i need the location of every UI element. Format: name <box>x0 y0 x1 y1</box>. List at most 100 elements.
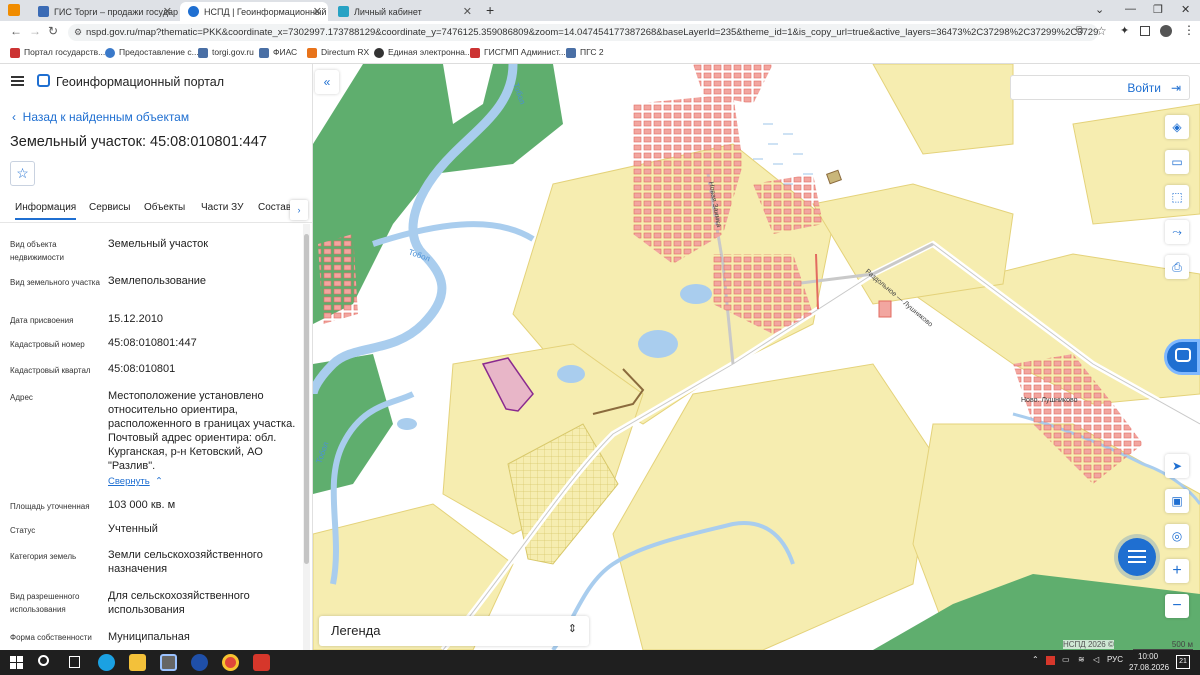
share-map-button[interactable]: ⤳ <box>1165 220 1189 244</box>
bookmark-item[interactable]: ПГС 2 <box>566 47 604 58</box>
browser-menu-icon[interactable] <box>8 4 20 16</box>
extensions-icon[interactable]: ✦ <box>1120 24 1129 37</box>
bookmark-star-icon[interactable]: ☆ <box>1096 24 1107 38</box>
minimap-button[interactable]: ▣ <box>1165 489 1189 513</box>
field-label: Вид объекта недвижимости <box>10 240 64 262</box>
tab-label: Личный кабинет <box>354 6 422 17</box>
tray-app-icon[interactable] <box>1046 656 1055 665</box>
bookmark-item[interactable]: torgi.gov.ru <box>198 47 254 58</box>
nspd-favicon-icon <box>188 6 199 17</box>
site-info-icon[interactable]: ⚙ <box>74 24 82 41</box>
notifications-icon[interactable]: 21 <box>1176 655 1190 669</box>
field-value: 45:08:010801 <box>108 363 176 375</box>
collapse-link[interactable]: Свернуть ⌃ <box>108 476 163 487</box>
select-area-button[interactable]: ⬚ <box>1165 185 1189 209</box>
back-to-results-link[interactable]: ‹ Назад к найденным объектам <box>12 110 189 124</box>
network-icon[interactable]: ▭ <box>1062 655 1070 664</box>
close-tab-icon[interactable]: ✕ <box>313 5 322 18</box>
tab-objects[interactable]: Объекты <box>144 202 185 213</box>
hamburger-menu-icon[interactable] <box>11 76 24 86</box>
eis-bookmark-icon <box>374 48 384 58</box>
bookmark-item[interactable]: Единая электронна... <box>374 47 472 58</box>
browser-tab[interactable]: ГИС Торги – продажи государс ✕ <box>30 2 178 21</box>
chat-lines-icon <box>1128 550 1146 563</box>
search-icon[interactable] <box>38 655 49 666</box>
tray-arrow-icon[interactable]: ⌃ <box>1032 655 1039 664</box>
map-canvas[interactable]: Тобол Тобол Тобол Новая Заимка Раздольно… <box>313 64 1200 650</box>
collapse-panel-button[interactable]: « <box>315 70 339 94</box>
cabinet-favicon-icon <box>338 6 349 17</box>
sidebar-toggle-icon[interactable] <box>1140 26 1150 36</box>
close-window-icon[interactable]: ✕ <box>1181 3 1190 16</box>
pdf-app-icon[interactable] <box>253 654 270 671</box>
chrome-app-icon[interactable] <box>222 654 239 671</box>
zoom-out-button[interactable]: − <box>1165 594 1189 618</box>
field-label: Категория земель <box>10 552 77 561</box>
field-value: Для сельскохозяйственного использования <box>108 590 250 616</box>
portal-title: Геоинформационный портал <box>56 75 225 89</box>
explorer-app-icon[interactable] <box>129 654 146 671</box>
tab-parts[interactable]: Части ЗУ <box>201 202 243 213</box>
favorite-star-button[interactable]: ☆ <box>10 161 35 186</box>
maximize-icon[interactable]: ❐ <box>1153 3 1163 16</box>
legend-toggle[interactable]: Легенда ⇕ <box>319 616 589 646</box>
field-label: Вид разрешенного использования <box>10 592 80 614</box>
bookmark-item[interactable]: Directum RX <box>307 47 369 58</box>
address-bar-row: ← → ↻ ⚙ nspd.gov.ru/map?thematic=PKK&coo… <box>0 21 1200 43</box>
scrollbar-thumb[interactable] <box>304 234 309 564</box>
task-view-icon[interactable] <box>69 656 80 668</box>
clock-date[interactable]: 27.08.2026 <box>1129 663 1169 672</box>
feedback-tab-button[interactable] <box>1164 339 1200 375</box>
field-label: Вид земельного участка <box>10 278 100 287</box>
field-label: Кадастровый квартал <box>10 366 91 375</box>
yandex-app-icon[interactable] <box>191 654 208 671</box>
layers-icon: ◈ <box>1172 120 1182 134</box>
minimap-icon: ▣ <box>1171 494 1183 508</box>
measure-button[interactable]: ▭ <box>1165 150 1189 174</box>
forward-arrow-icon[interactable]: → <box>29 24 41 38</box>
field-value: Земли сельскохозяйственного назначения <box>108 549 263 575</box>
close-tab-icon[interactable]: ✕ <box>463 5 472 18</box>
layers-button[interactable]: ◈ <box>1165 115 1189 139</box>
tab-services[interactable]: Сервисы <box>89 202 130 213</box>
volume-icon[interactable]: ◁ <box>1093 655 1099 664</box>
reload-icon[interactable]: ↻ <box>48 24 58 38</box>
chat-assistant-button[interactable] <box>1118 538 1156 576</box>
bookmark-item[interactable]: ФИАС <box>259 47 297 58</box>
nspd-app-icon[interactable] <box>160 654 177 671</box>
portal-logo-icon <box>37 74 50 87</box>
panel-scrollbar[interactable] <box>303 224 310 650</box>
windows-start-icon[interactable] <box>10 656 23 669</box>
tab-composition[interactable]: Состав <box>258 202 291 213</box>
pond <box>397 418 417 430</box>
scale-bar: 500 м <box>1133 640 1193 650</box>
new-tab-icon[interactable]: + <box>486 2 494 18</box>
login-button[interactable]: Войти ⇥ <box>1010 75 1190 100</box>
tabs-scroll-right-icon[interactable]: › <box>290 200 308 220</box>
url-field[interactable]: ⚙ nspd.gov.ru/map?thematic=PKK&coordinat… <box>68 24 1098 41</box>
browser-more-icon[interactable]: ⋮ <box>1183 23 1195 37</box>
locate-button[interactable]: ➤ <box>1165 454 1189 478</box>
back-arrow-icon[interactable]: ← <box>10 24 22 38</box>
browser-tab[interactable]: Личный кабинет ✕ <box>330 2 478 21</box>
share-icon[interactable]: ⧉ <box>1076 25 1083 36</box>
share-icon: ⤳ <box>1172 225 1182 239</box>
url-text: nspd.gov.ru/map?thematic=PKK&coordinate_… <box>86 27 1098 38</box>
bookmark-item[interactable]: Портал государств... <box>10 47 105 58</box>
bookmark-item[interactable]: Предоставление с... <box>105 47 199 58</box>
notification-count: 21 <box>1179 658 1187 665</box>
search-location-button[interactable]: ◎ <box>1165 524 1189 548</box>
language-indicator[interactable]: РУС <box>1107 655 1123 664</box>
bookmark-item[interactable]: ГИСГМП Админист... <box>470 47 566 58</box>
print-button[interactable]: ⎙ <box>1165 255 1189 279</box>
browser-tab-active[interactable]: НСПД | Геоинформационный п ✕ <box>180 2 328 21</box>
tab-info[interactable]: Информация <box>15 202 77 220</box>
edge-app-icon[interactable] <box>98 654 115 671</box>
tab-search-icon[interactable]: ⌄ <box>1095 3 1104 16</box>
minimize-icon[interactable]: — <box>1125 3 1136 15</box>
zoom-in-button[interactable]: + <box>1165 559 1189 583</box>
wifi-icon[interactable]: ≋ <box>1078 655 1085 664</box>
profile-icon[interactable] <box>1160 25 1172 37</box>
close-tab-icon[interactable]: ✕ <box>163 5 172 18</box>
clock-time[interactable]: 10:00 <box>1138 652 1158 661</box>
